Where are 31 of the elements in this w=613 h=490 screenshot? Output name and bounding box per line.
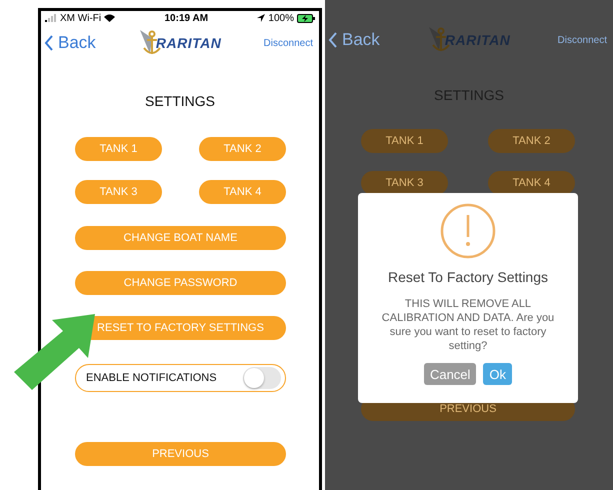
previous-button[interactable]: PREVIOUS — [75, 442, 286, 466]
settings-action-button[interactable]: CHANGE BOAT NAME — [75, 226, 286, 250]
back-chevron-icon — [328, 31, 338, 49]
dialog-button[interactable]: Ok — [483, 363, 512, 385]
dialog-title: Reset To Factory Settings — [388, 269, 548, 285]
tank-button[interactable]: TANK 1 — [75, 137, 162, 161]
clock-text: 10:19 AM — [164, 12, 208, 24]
tank-button[interactable]: TANK 4 — [488, 171, 575, 195]
notifications-toggle[interactable] — [243, 367, 281, 389]
disconnect-link[interactable]: Disconnect — [558, 34, 607, 46]
dialog-message: THIS WILL REMOVE ALL CALIBRATION AND DATA. Are you sure you want to reset to factory setting? — [380, 297, 556, 353]
tank-button[interactable]: TANK 3 — [75, 180, 162, 204]
logo-text: RARITAN — [156, 35, 222, 51]
settings-heading: SETTINGS — [144, 92, 216, 111]
signal-icon — [45, 14, 57, 22]
back-link[interactable]: Back — [328, 30, 380, 50]
location-arrow-icon — [257, 14, 266, 22]
carrier-text: XM Wi-Fi — [60, 12, 102, 24]
tank-button[interactable]: TANK 4 — [199, 180, 286, 204]
back-link[interactable]: Back — [44, 33, 96, 53]
warning-icon — [440, 203, 496, 259]
tank-button[interactable]: TANK 2 — [199, 137, 286, 161]
settings-action-button[interactable]: CHANGE PASSWORD — [75, 271, 286, 295]
notifications-label: ENABLE NOTIFICATIONS — [86, 372, 217, 384]
battery-percent-text: 100% — [268, 12, 294, 24]
back-chevron-icon — [44, 34, 54, 52]
disconnect-link[interactable]: Disconnect — [264, 38, 313, 48]
tank-button[interactable]: TANK 3 — [361, 171, 448, 195]
tank-button[interactable]: TANK 2 — [488, 129, 575, 153]
tank-button[interactable]: TANK 1 — [361, 129, 448, 153]
wifi-icon — [104, 14, 116, 22]
